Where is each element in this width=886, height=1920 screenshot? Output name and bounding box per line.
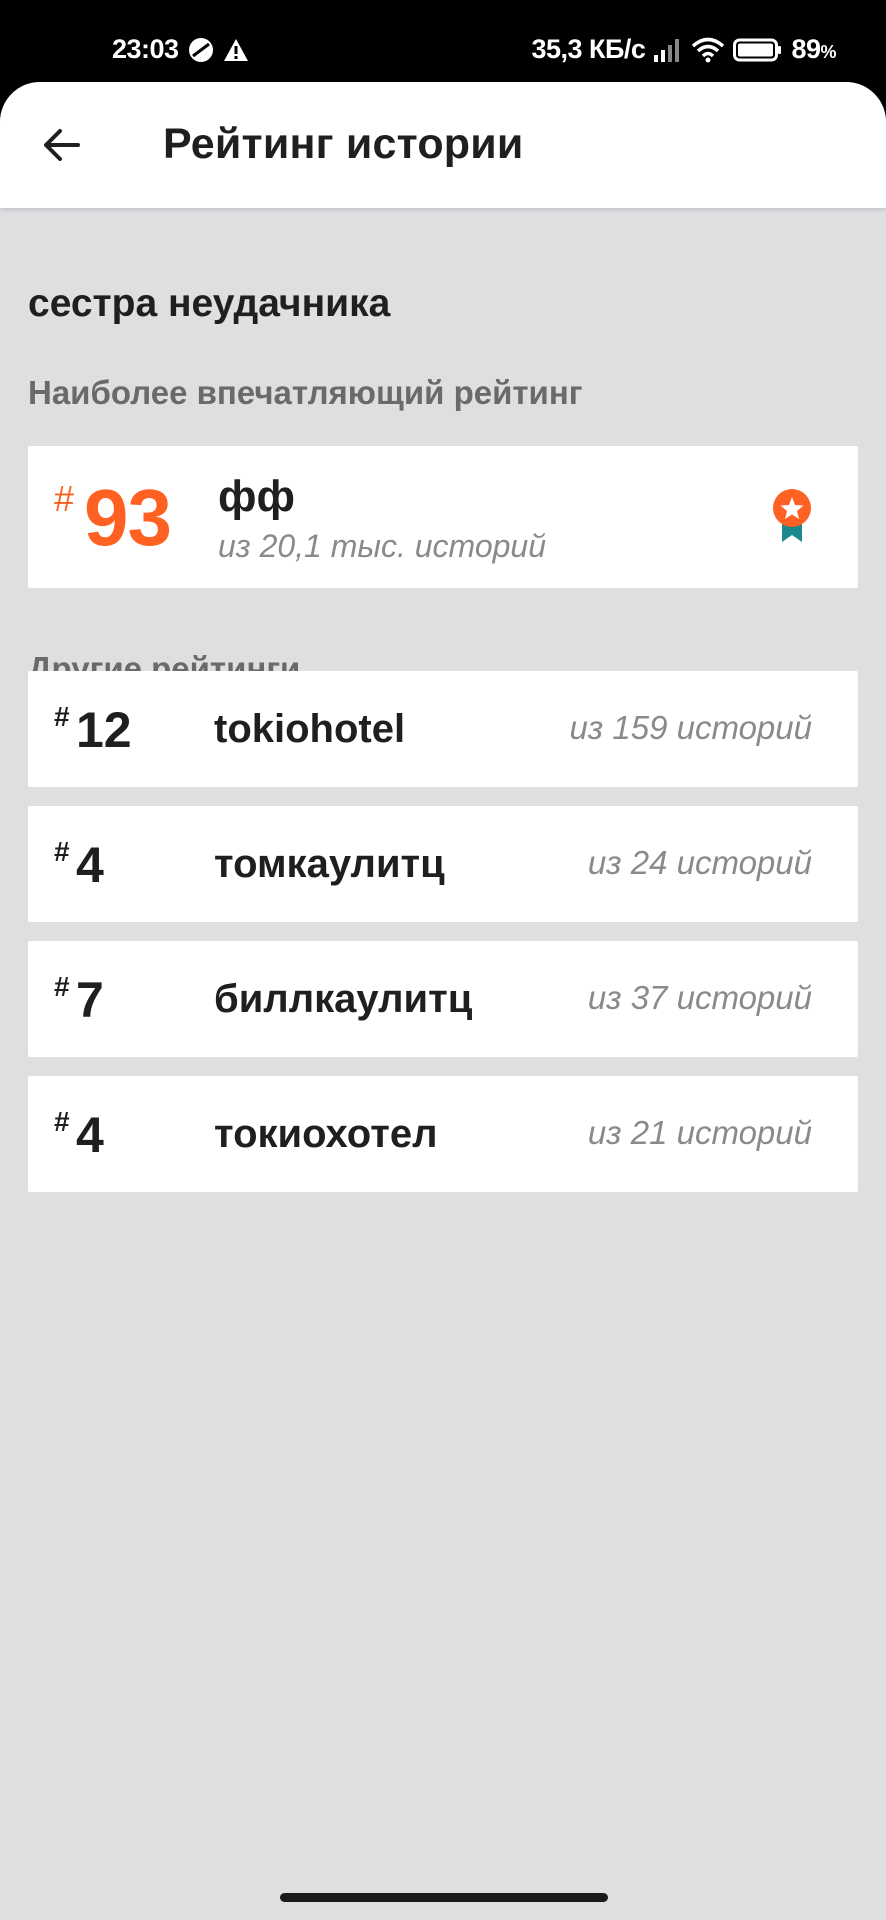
top-rating-label: Наиболее впечатляющий рейтинг: [28, 374, 583, 411]
rating-tag: токиохотел: [214, 1112, 438, 1156]
status-bar: 23:03 35,3 КБ/с 89%: [0, 0, 886, 82]
rank-hash: #: [54, 701, 70, 732]
top-rating-card[interactable]: # 93 фф из 20,1 тыс. историй: [28, 446, 858, 588]
top-rating-tag: фф: [218, 472, 295, 521]
home-indicator[interactable]: [280, 1893, 608, 1902]
rank-number: 4: [76, 837, 104, 893]
rating-tag: tokiohotel: [214, 707, 406, 751]
back-button[interactable]: [32, 115, 92, 175]
rank-number: 93: [84, 473, 172, 562]
wifi-icon: [691, 37, 725, 63]
top-rating-subtitle: из 20,1 тыс. историй: [218, 528, 546, 564]
rating-count: из 37 историй: [587, 979, 812, 1016]
rating-count: из 21 историй: [587, 1114, 812, 1151]
page-title: Рейтинг истории: [163, 120, 524, 168]
rank-hash: #: [54, 971, 70, 1002]
screen: Рейтинг истории сестра неудачника Наибол…: [0, 82, 886, 1920]
rating-row[interactable]: # 4 томкаулитц из 24 историй: [28, 806, 858, 922]
warning-icon: [223, 37, 249, 63]
rank-number: 7: [76, 972, 104, 1028]
arrow-left-icon: [44, 129, 80, 161]
app-bar: Рейтинг истории: [0, 82, 886, 208]
rank-number: 4: [76, 1107, 104, 1163]
status-right: 35,3 КБ/с 89%: [531, 34, 836, 65]
rank-hash: #: [54, 1106, 70, 1137]
battery-level: 89%: [791, 34, 836, 64]
battery-icon: [733, 37, 783, 63]
network-speed: 35,3 КБ/с: [531, 34, 646, 64]
signal-icon: [653, 37, 683, 63]
rating-row[interactable]: # 12 tokiohotel из 159 историй: [28, 671, 858, 787]
story-title: сестра неудачника: [28, 282, 391, 325]
rank-number: 12: [76, 702, 132, 758]
rank-hash: #: [54, 478, 75, 519]
status-left: 23:03: [112, 34, 249, 65]
vpn-icon: [187, 36, 215, 64]
rating-tag: томкаулитц: [214, 842, 445, 886]
rating-count: из 24 историй: [587, 844, 812, 881]
rating-row[interactable]: # 4 токиохотел из 21 историй: [28, 1076, 858, 1192]
rank-hash: #: [54, 836, 70, 867]
medal-icon: [773, 489, 811, 542]
rating-count: из 159 историй: [569, 709, 812, 746]
rating-row[interactable]: # 7 биллкаулитц из 37 историй: [28, 941, 858, 1057]
rating-tag: биллкаулитц: [214, 977, 473, 1021]
status-time: 23:03: [112, 34, 179, 64]
